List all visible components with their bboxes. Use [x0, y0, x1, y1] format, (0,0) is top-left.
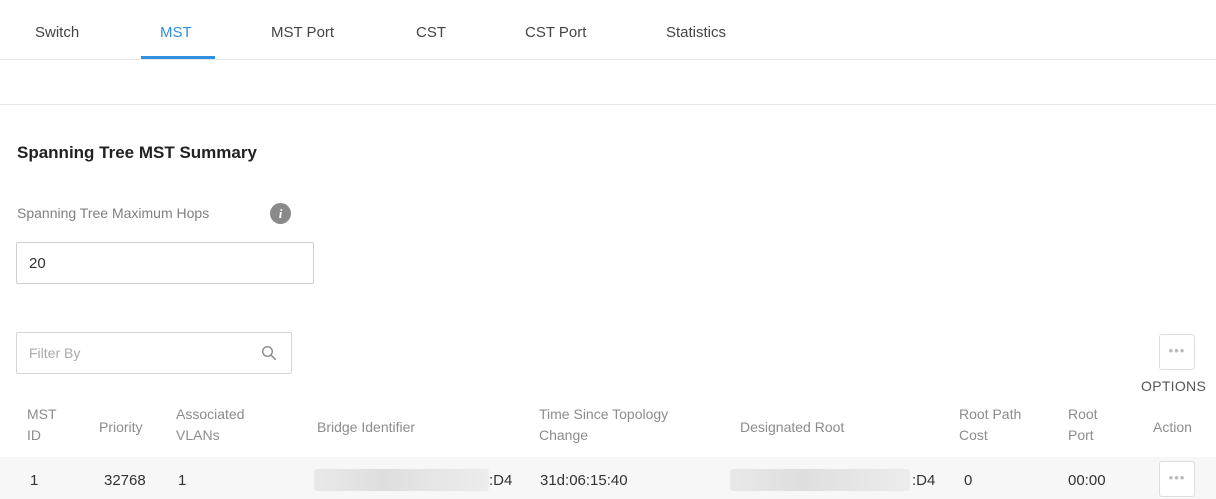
cell-mst-id: 1: [30, 472, 39, 489]
tab-mst[interactable]: MST: [160, 24, 192, 41]
cell-root-port: 00:00: [1068, 472, 1106, 489]
search-icon[interactable]: [261, 345, 277, 361]
tab-switch[interactable]: Switch: [35, 24, 79, 41]
col-header-topology-change[interactable]: Time Since Topology Change: [539, 404, 668, 446]
filter-input[interactable]: [17, 333, 247, 373]
cell-bridge-identifier: :D4: [489, 472, 513, 489]
bridge-identifier-redacted: [314, 469, 489, 491]
col-header-action: Action: [1153, 419, 1192, 435]
options-label: OPTIONS: [1141, 378, 1207, 394]
section-title: Spanning Tree MST Summary: [17, 143, 257, 162]
col-header-mst-id[interactable]: MST ID: [27, 404, 57, 446]
cell-root-path-cost: 0: [964, 472, 973, 489]
info-icon[interactable]: i: [270, 203, 291, 224]
max-hops-label: Spanning Tree Maximum Hops: [17, 205, 210, 221]
col-header-designated-root[interactable]: Designated Root: [740, 417, 844, 438]
filter-box: [16, 332, 292, 374]
col-header-root-port[interactable]: Root Port: [1068, 404, 1098, 446]
cell-priority: 32768: [104, 472, 146, 489]
col-header-priority[interactable]: Priority: [99, 417, 143, 438]
tab-cst[interactable]: CST: [416, 24, 446, 41]
divider: [0, 104, 1216, 105]
col-header-associated-vlans[interactable]: Associated VLANs: [176, 404, 244, 446]
cell-topology-change: 31d:06:15:40: [540, 472, 628, 489]
cell-associated-vlans: 1: [178, 472, 187, 489]
options-button[interactable]: •••: [1159, 334, 1195, 370]
tab-statistics[interactable]: Statistics: [666, 24, 726, 41]
cell-designated-root: :D4: [912, 472, 936, 489]
active-tab-indicator: [141, 56, 215, 59]
max-hops-input[interactable]: [16, 242, 314, 284]
designated-root-redacted: [730, 469, 910, 491]
tab-cst-port[interactable]: CST Port: [525, 24, 586, 41]
tab-mst-port[interactable]: MST Port: [271, 24, 334, 41]
col-header-bridge-identifier[interactable]: Bridge Identifier: [317, 417, 415, 438]
col-header-root-path-cost[interactable]: Root Path Cost: [959, 404, 1021, 446]
tab-bar: Switch MST MST Port CST CST Port Statist…: [0, 0, 1216, 60]
row-action-button[interactable]: •••: [1159, 461, 1195, 497]
